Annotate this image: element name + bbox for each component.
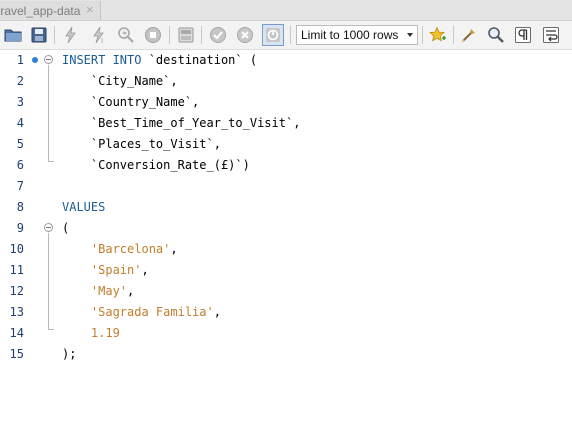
- line-number: 10: [9, 242, 24, 256]
- fold-marker-icon[interactable]: [44, 223, 53, 232]
- line-number: 2: [16, 74, 24, 88]
- code-line: 1.19: [62, 323, 120, 344]
- line-number: 11: [9, 263, 24, 277]
- code-line: `Country_Name`,: [62, 92, 199, 113]
- toolbar-separator: [201, 26, 202, 44]
- sql-editor-toolbar: I Limit to 1000 rows: [0, 21, 572, 50]
- code-text: `Places_to_Visit`,: [62, 137, 221, 151]
- code-line: INSERT INTO `destination` (: [62, 50, 257, 71]
- stop-icon[interactable]: [142, 24, 164, 46]
- tab-label: travel_app-data: [0, 3, 81, 18]
- line-number: 9: [16, 221, 24, 235]
- code-text: ,: [213, 305, 221, 319]
- fold-guide-end: [48, 161, 54, 162]
- fold-guide: [48, 65, 49, 161]
- sql-literal: 'Barcelona': [90, 242, 171, 256]
- add-snippet-icon[interactable]: [427, 24, 449, 46]
- toolbar-separator: [290, 26, 291, 44]
- code-text: ,: [127, 284, 135, 298]
- limit-rows-label: Limit to 1000 rows: [301, 28, 399, 42]
- code-text: `City_Name`,: [62, 74, 178, 88]
- execute-current-icon[interactable]: I: [88, 24, 110, 46]
- line-number: 4: [16, 116, 24, 130]
- tab-travel-app-data[interactable]: travel_app-data ×: [0, 1, 101, 20]
- code-text: `Country_Name`,: [62, 95, 200, 109]
- code-text: );: [62, 347, 77, 361]
- code-text: (: [62, 221, 70, 235]
- tab-strip: travel_app-data ×: [0, 0, 572, 21]
- code-line: `City_Name`,: [62, 71, 178, 92]
- commit-icon[interactable]: [207, 24, 229, 46]
- sql-literal: 'May': [90, 284, 128, 298]
- code-line: `Best_Time_of_Year_to_Visit`,: [62, 113, 301, 134]
- sql-literal: 'Sagrada Familia': [90, 305, 214, 319]
- sql-editor[interactable]: 1 2 3 4 5 6 7 8 9 10 11 12 13 14 15 INSERT INTO `desti…: [0, 50, 572, 442]
- toggle-result-icon[interactable]: [175, 24, 197, 46]
- find-icon[interactable]: [485, 24, 507, 46]
- chevron-down-icon: [407, 33, 413, 37]
- fold-guide-end: [48, 329, 54, 330]
- code-line: VALUES: [62, 197, 105, 218]
- code-line: 'Spain',: [62, 260, 149, 281]
- code-text: ,: [141, 263, 149, 277]
- line-number: 1: [16, 53, 24, 67]
- toolbar-separator: [169, 26, 170, 44]
- toolbar-separator: [54, 26, 55, 44]
- sql-keyword: INSERT INTO: [62, 53, 142, 67]
- invisible-chars-icon[interactable]: [512, 24, 534, 46]
- line-number: 15: [9, 347, 24, 361]
- code-line: `Places_to_Visit`,: [62, 134, 221, 155]
- line-number: 3: [16, 95, 24, 109]
- code-line: `Conversion_Rate_(£)`): [62, 155, 250, 176]
- sql-literal: 'Spain': [90, 263, 142, 277]
- wrap-lines-icon[interactable]: [540, 24, 562, 46]
- sql-literal: 1.19: [90, 326, 120, 340]
- sql-keyword: VALUES: [62, 200, 106, 214]
- code-line: 'Barcelona',: [62, 239, 178, 260]
- code-line: (: [62, 218, 69, 239]
- code-line: 'May',: [62, 281, 134, 302]
- save-icon[interactable]: [28, 24, 50, 46]
- line-number: 8: [16, 200, 24, 214]
- line-number: 14: [9, 326, 24, 340]
- line-number: 7: [16, 179, 24, 193]
- autocommit-icon[interactable]: [262, 24, 284, 46]
- svg-text:I: I: [101, 37, 103, 44]
- line-number: 12: [9, 284, 24, 298]
- explain-icon[interactable]: [115, 24, 137, 46]
- beautify-icon[interactable]: [458, 24, 480, 46]
- code-text: `Best_Time_of_Year_to_Visit`,: [62, 116, 301, 130]
- limit-rows-select[interactable]: Limit to 1000 rows: [296, 25, 418, 45]
- rollback-icon[interactable]: [234, 24, 256, 46]
- open-file-icon[interactable]: [2, 24, 24, 46]
- line-number: 6: [16, 158, 24, 172]
- toolbar-separator: [422, 26, 423, 44]
- code-text: `destination` (: [141, 53, 258, 67]
- line-number: 13: [9, 305, 24, 319]
- code-line: 'Sagrada Familia',: [62, 302, 221, 323]
- line-number: 5: [16, 137, 24, 151]
- tab-close-icon[interactable]: ×: [86, 2, 94, 17]
- toolbar-separator: [453, 26, 454, 44]
- fold-marker-icon[interactable]: [44, 55, 53, 64]
- code-line: );: [62, 344, 76, 365]
- code-text: ,: [170, 242, 178, 256]
- code-text: `Conversion_Rate_(£)`): [62, 158, 250, 172]
- execute-icon[interactable]: [60, 24, 82, 46]
- fold-guide: [48, 233, 49, 329]
- current-statement-marker: [32, 57, 38, 63]
